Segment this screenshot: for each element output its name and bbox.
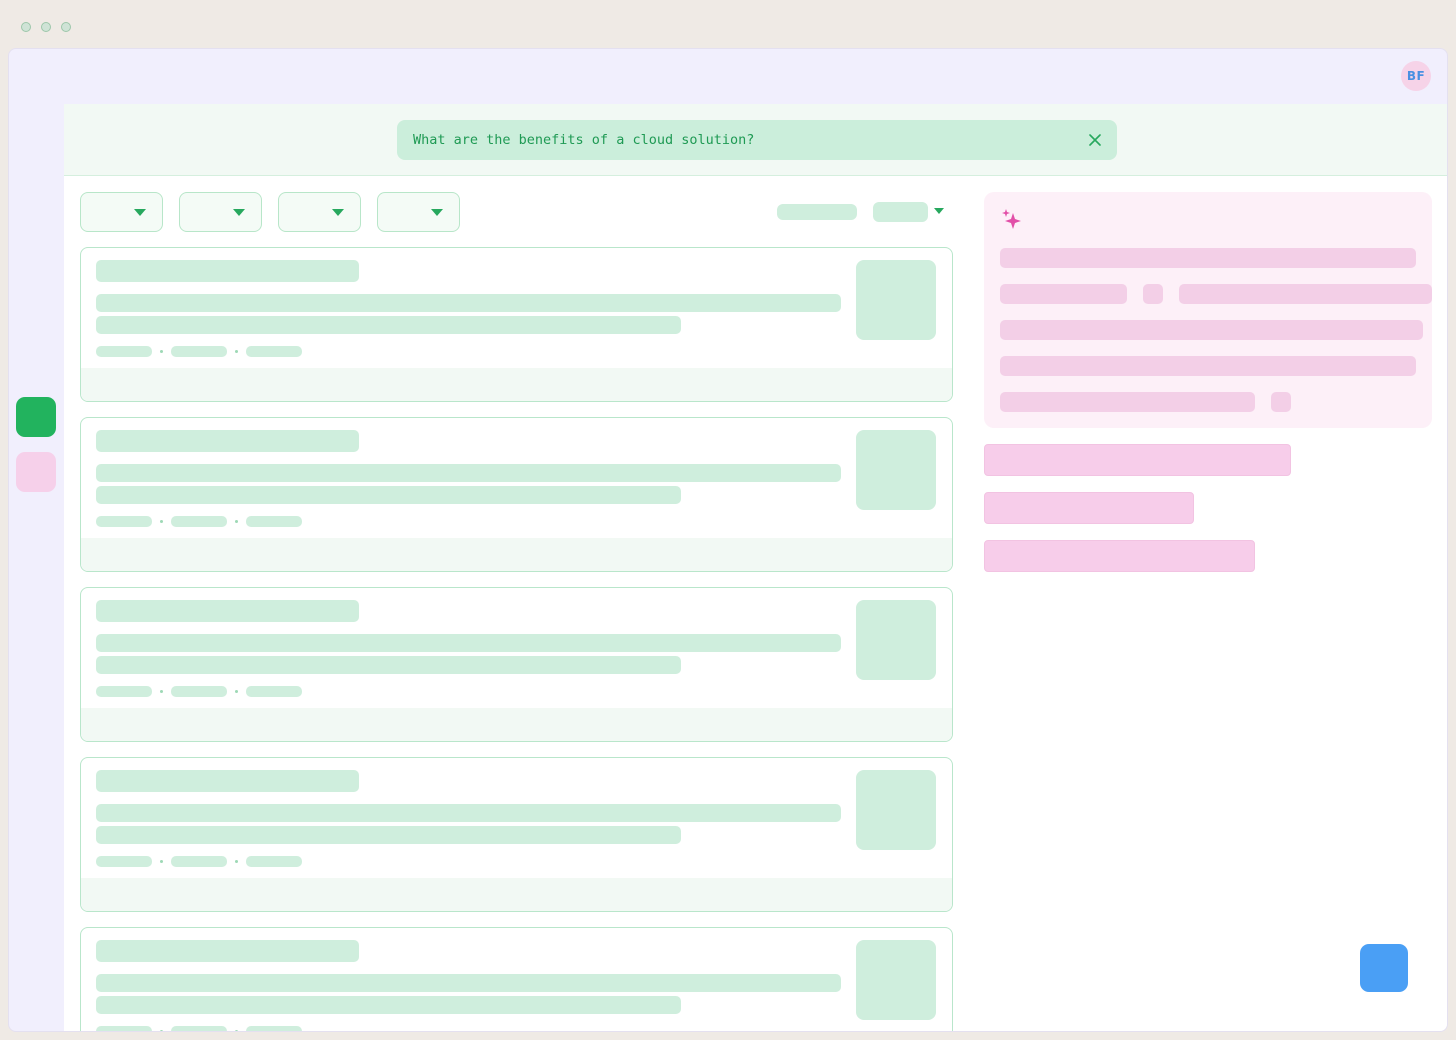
card-meta-placeholder [171, 686, 227, 697]
suggestion-chip[interactable] [984, 540, 1255, 572]
answer-line-placeholder [1000, 356, 1416, 376]
result-card[interactable] [80, 247, 953, 402]
window-minimize-control[interactable] [41, 22, 51, 32]
meta-separator [160, 860, 163, 863]
card-footer [81, 878, 952, 911]
card-title-placeholder [96, 940, 359, 962]
answer-line-placeholder [1000, 248, 1416, 268]
search-band: What are the benefits of a cloud solutio… [64, 104, 1447, 176]
card-line-placeholder [96, 634, 841, 652]
search-query-text: What are the benefits of a cloud solutio… [413, 132, 755, 148]
card-thumbnail-placeholder [856, 940, 936, 1020]
card-line-placeholder [96, 804, 841, 822]
ai-answer-panel [984, 192, 1432, 428]
card-footer [81, 368, 952, 401]
meta-separator [235, 520, 238, 523]
chevron-down-icon [431, 209, 443, 216]
meta-separator [235, 860, 238, 863]
filter-dropdown-2[interactable] [179, 192, 262, 232]
card-meta-placeholder [96, 856, 152, 867]
chevron-down-icon[interactable] [934, 208, 944, 214]
card-line-placeholder [96, 486, 681, 504]
card-meta-placeholder [96, 516, 152, 527]
chevron-down-icon [233, 209, 245, 216]
user-avatar[interactable]: BF [1401, 61, 1431, 91]
answer-line-placeholder [1179, 284, 1432, 304]
card-meta-placeholder [246, 346, 302, 357]
card-meta-placeholder [171, 1026, 227, 1031]
answer-line-placeholder [1000, 320, 1423, 340]
card-meta-placeholder [96, 1026, 152, 1031]
meta-separator [160, 350, 163, 353]
card-thumbnail-placeholder [856, 260, 936, 340]
card-meta-placeholder [171, 516, 227, 527]
answer-line-placeholder [1000, 392, 1255, 412]
card-meta-placeholder [246, 516, 302, 527]
card-meta-placeholder [246, 856, 302, 867]
card-meta-placeholder [246, 1026, 302, 1031]
result-card[interactable] [80, 417, 953, 572]
card-meta-placeholder [96, 686, 152, 697]
card-title-placeholder [96, 260, 359, 282]
result-card[interactable] [80, 757, 953, 912]
answer-line-placeholder [1000, 284, 1127, 304]
card-line-placeholder [96, 656, 681, 674]
card-thumbnail-placeholder [856, 770, 936, 850]
floating-action-button[interactable] [1360, 944, 1408, 992]
citation-placeholder[interactable] [1271, 392, 1291, 412]
result-card[interactable] [80, 927, 953, 1031]
suggestion-chip[interactable] [984, 444, 1291, 476]
card-meta-placeholder [96, 346, 152, 357]
filter-dropdown-3[interactable] [278, 192, 361, 232]
chevron-down-icon [332, 209, 344, 216]
sparkle-icon [1002, 209, 1021, 229]
result-count-placeholder [777, 204, 857, 220]
search-query-pill[interactable]: What are the benefits of a cloud solutio… [397, 120, 1117, 160]
card-line-placeholder [96, 316, 681, 334]
filter-dropdown-1[interactable] [80, 192, 163, 232]
card-line-placeholder [96, 826, 681, 844]
card-line-placeholder [96, 974, 841, 992]
rail-button-active[interactable] [16, 397, 56, 437]
close-icon[interactable] [1085, 130, 1105, 150]
window-close-control[interactable] [21, 22, 31, 32]
chevron-down-icon [134, 209, 146, 216]
meta-separator [160, 520, 163, 523]
card-thumbnail-placeholder [856, 430, 936, 510]
meta-separator [235, 350, 238, 353]
card-title-placeholder [96, 770, 359, 792]
card-meta-placeholder [171, 856, 227, 867]
meta-separator [160, 1030, 163, 1031]
card-line-placeholder [96, 294, 841, 312]
card-title-placeholder [96, 600, 359, 622]
card-line-placeholder [96, 996, 681, 1014]
result-card[interactable] [80, 587, 953, 742]
card-thumbnail-placeholder [856, 600, 936, 680]
window-maximize-control[interactable] [61, 22, 71, 32]
main-content: What are the benefits of a cloud solutio… [64, 104, 1447, 1031]
window-titlebar [0, 0, 1456, 48]
meta-separator [235, 1030, 238, 1031]
card-title-placeholder [96, 430, 359, 452]
card-meta-placeholder [171, 346, 227, 357]
card-line-placeholder [96, 464, 841, 482]
meta-separator [160, 690, 163, 693]
card-meta-placeholder [246, 686, 302, 697]
filter-dropdown-4[interactable] [377, 192, 460, 232]
card-footer [81, 538, 952, 571]
card-footer [81, 708, 952, 741]
app-window: BF What are the benefits of a cloud solu… [8, 48, 1448, 1032]
meta-separator [235, 690, 238, 693]
sort-dropdown[interactable] [873, 202, 928, 222]
rail-button[interactable] [16, 452, 56, 492]
suggestion-chip[interactable] [984, 492, 1194, 524]
citation-placeholder[interactable] [1143, 284, 1163, 304]
